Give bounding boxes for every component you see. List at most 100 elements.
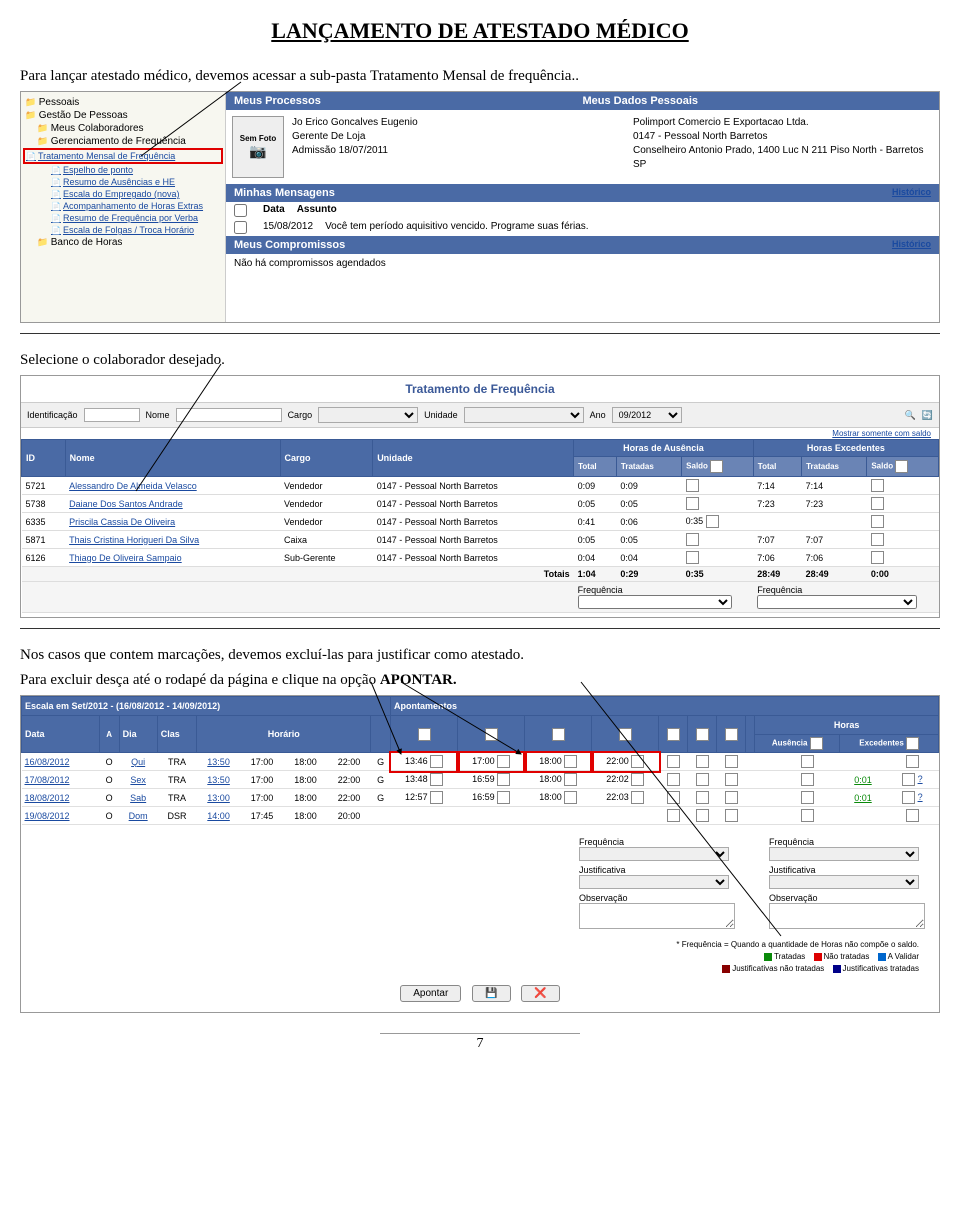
nav-escala-empregado[interactable]: Escala do Empregado (nova) bbox=[23, 188, 223, 200]
table-row[interactable]: 5871Thais Cristina Horigueri Da SilvaCai… bbox=[22, 531, 939, 549]
th-ausencia2: Ausência bbox=[755, 735, 840, 753]
totais-label: Totais bbox=[22, 567, 574, 582]
sel-just2[interactable] bbox=[769, 875, 919, 889]
doc-paragraph-1: Para lançar atestado médico, devemos ace… bbox=[20, 68, 940, 85]
lbl-just1: Justificativa bbox=[579, 865, 729, 875]
lbl-ano: Ano bbox=[590, 410, 606, 420]
th-dia: Dia bbox=[119, 716, 157, 753]
emp-empresa: Polimport Comercio E Exportacao Ltda. bbox=[633, 116, 933, 130]
save-icon-button[interactable]: 💾 bbox=[472, 985, 510, 1002]
nav-resumo-ausencias[interactable]: Resumo de Ausências e HE bbox=[23, 176, 223, 188]
nav-gerenciamento-freq[interactable]: Gerenciamento de Frequência bbox=[23, 135, 223, 148]
escala-row[interactable]: 16/08/2012OQuiTRA13:5017:0018:0022:00G13… bbox=[22, 753, 939, 771]
escala-title: Escala em Set/2012 - (16/08/2012 - 14/09… bbox=[22, 697, 391, 716]
lbl-ident: Identificação bbox=[27, 410, 78, 420]
doc-paragraph-2: Selecione o colaborador desejado. bbox=[20, 352, 940, 369]
nav-meus-colaboradores[interactable]: Meus Colaboradores bbox=[23, 122, 223, 135]
tot-e-s: 0:00 bbox=[867, 567, 939, 582]
nav-espelho-ponto[interactable]: Espelho de ponto bbox=[23, 164, 223, 176]
filter-bar: Identificação Nome Cargo Unidade Ano09/2… bbox=[21, 402, 939, 428]
table-row[interactable]: 5738Daiane Dos Santos AndradeVendedor014… bbox=[22, 495, 939, 513]
doc-paragraph-3b: Para excluir desça até o rodapé da págin… bbox=[20, 672, 940, 689]
mostrar-saldo-link[interactable]: Mostrar somente com saldo bbox=[21, 428, 939, 439]
escala-row[interactable]: 17/08/2012OSexTRA13:5017:0018:0022:00G13… bbox=[22, 771, 939, 789]
sel-freq2[interactable] bbox=[769, 847, 919, 861]
doc-paragraph-3a: Nos casos que contem marcações, devemos … bbox=[20, 647, 940, 664]
emp-unidade: 0147 - Pessoal North Barretos bbox=[633, 130, 933, 144]
tot-a-t: 1:04 bbox=[574, 567, 617, 582]
button-row: Apontar 💾 ❌ bbox=[21, 979, 939, 1008]
refresh-icon[interactable]: 🔄 bbox=[922, 410, 933, 421]
filter-ano[interactable]: 09/2012 bbox=[612, 407, 682, 423]
th-horario: Horário bbox=[197, 716, 371, 753]
emp-cargo: Gerente De Loja bbox=[292, 130, 418, 144]
nav-resumo-freq-verba[interactable]: Resumo de Frequência por Verba bbox=[23, 212, 223, 224]
freq-exc-select[interactable] bbox=[757, 595, 916, 609]
employee-info: Jo Erico Goncalves Eugenio Gerente De Lo… bbox=[292, 116, 418, 178]
lbl-just2: Justificativa bbox=[769, 865, 919, 875]
table-row[interactable]: 5721Alessandro De Almeida VelascoVendedo… bbox=[22, 477, 939, 495]
msg-h-assunto: Assunto bbox=[297, 204, 337, 217]
lbl-cargo: Cargo bbox=[288, 410, 313, 420]
filter-unidade[interactable] bbox=[464, 407, 584, 423]
filter-ident[interactable] bbox=[84, 408, 140, 422]
sel-just1[interactable] bbox=[579, 875, 729, 889]
msg-row[interactable]: 15/08/2012 Você tem período aquisitivo v… bbox=[226, 219, 939, 236]
sel-freq1[interactable] bbox=[579, 847, 729, 861]
tot-a-s: 0:35 bbox=[682, 567, 754, 582]
mensagens-historico-link[interactable]: Histórico bbox=[892, 187, 931, 197]
th-e-tratadas: Tratadas bbox=[802, 457, 867, 477]
th-id[interactable]: ID bbox=[22, 440, 66, 477]
apont-title: Apontamentos bbox=[391, 697, 939, 716]
escala-row[interactable]: 19/08/2012ODomDSR14:0017:4518:0020:00 bbox=[22, 807, 939, 825]
th-data: Data bbox=[22, 716, 100, 753]
company-info: Polimport Comercio E Exportacao Ltda. 01… bbox=[633, 116, 933, 178]
apontar-word: APONTAR. bbox=[380, 672, 457, 688]
employee-photo: Sem Foto 📷 bbox=[232, 116, 284, 178]
th-horas: Horas bbox=[755, 716, 939, 735]
emp-nome: Jo Erico Goncalves Eugenio bbox=[292, 116, 418, 130]
th-a: A bbox=[99, 716, 119, 753]
th-nome[interactable]: Nome bbox=[65, 440, 280, 477]
nav-escala-folgas[interactable]: Escala de Folgas / Troca Horário bbox=[23, 224, 223, 236]
txt-obs2[interactable] bbox=[769, 903, 925, 929]
nav-pessoais[interactable]: Pessoais bbox=[23, 96, 223, 109]
doc-title: LANÇAMENTO DE ATESTADO MÉDICO bbox=[20, 18, 940, 44]
table-row[interactable]: 6335Priscila Cassia De OliveiraVendedor0… bbox=[22, 513, 939, 531]
nav-acompanhamento-he[interactable]: Acompanhamento de Horas Extras bbox=[23, 200, 223, 212]
screenshot-escala: Escala em Set/2012 - (16/08/2012 - 14/09… bbox=[20, 695, 940, 1013]
delete-icon-button[interactable]: ❌ bbox=[521, 985, 559, 1002]
screenshot-tratamento-freq: Tratamento de Frequência Identificação N… bbox=[20, 375, 940, 618]
th-cargo[interactable]: Cargo bbox=[280, 440, 373, 477]
txt-obs1[interactable] bbox=[579, 903, 735, 929]
lbl-obs2: Observação bbox=[769, 893, 919, 903]
nav-gestao[interactable]: Gestão De Pessoas bbox=[23, 109, 223, 122]
escala-table: Escala em Set/2012 - (16/08/2012 - 14/09… bbox=[21, 696, 939, 825]
nav-tratamento-mensal[interactable]: Tratamento Mensal de Frequência bbox=[23, 148, 223, 164]
freq-aus-select[interactable] bbox=[578, 595, 733, 609]
search-icon[interactable]: 🔍 bbox=[905, 410, 916, 421]
msg-select-all[interactable] bbox=[234, 204, 247, 217]
lbl-freq2: Frequência bbox=[769, 837, 919, 847]
th-unidade[interactable]: Unidade bbox=[373, 440, 574, 477]
page-number: 7 bbox=[380, 1033, 580, 1052]
header-bar: Meus Processos Meus Dados Pessoais bbox=[226, 92, 939, 110]
filter-nome[interactable] bbox=[176, 408, 282, 422]
nav-banco-horas[interactable]: Banco de Horas bbox=[23, 236, 223, 249]
th-a-total: Total bbox=[574, 457, 617, 477]
legend: * Frequência = Quando a quantidade de Ho… bbox=[21, 935, 939, 979]
tot-e-t: 28:49 bbox=[753, 567, 801, 582]
header-dados: Meus Dados Pessoais bbox=[583, 95, 699, 107]
compromissos-historico-link[interactable]: Histórico bbox=[892, 239, 931, 249]
table-row[interactable]: 6126Thiago De Oliveira SampaioSub-Gerent… bbox=[22, 549, 939, 567]
filter-cargo[interactable] bbox=[318, 407, 418, 423]
tot-a-tr: 0:29 bbox=[616, 567, 681, 582]
camera-icon: 📷 bbox=[249, 143, 266, 160]
lbl-freq1: Frequência bbox=[579, 837, 729, 847]
th-clas: Clas bbox=[157, 716, 197, 753]
apontar-button[interactable]: Apontar bbox=[400, 985, 461, 1002]
msg-row-check[interactable] bbox=[234, 221, 247, 234]
escala-row[interactable]: 18/08/2012OSabTRA13:0017:0018:0022:00G12… bbox=[22, 789, 939, 807]
emp-admissao: Admissão 18/07/2011 bbox=[292, 144, 418, 158]
th-e-saldo: Saldo bbox=[867, 457, 939, 477]
